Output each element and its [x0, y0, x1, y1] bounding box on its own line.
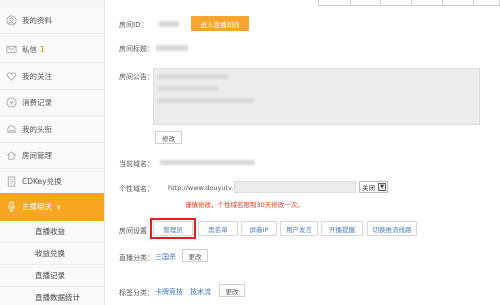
sidebar-item-streamer[interactable]: 主播相关 ∨ — [0, 193, 104, 221]
sidebar-item-label: CDKey兑换 — [22, 177, 62, 186]
live-reminder-button[interactable]: 开播提醒 — [321, 221, 363, 236]
sidebar-item-label: 私信 — [22, 45, 37, 54]
dropdown-arrow-icon: ▼ — [378, 183, 386, 191]
sidebar-subitem-live-records[interactable]: 直播记录 — [0, 265, 104, 287]
switch-stream-line-button[interactable]: 切换推流线路 — [367, 221, 417, 236]
sidebar-item-titles[interactable]: 我的头衔 — [0, 117, 104, 143]
tag-link-tech[interactable]: 技术流 — [190, 287, 211, 297]
domain-toggle-value: 关闭 — [362, 184, 375, 192]
modify-notice-button[interactable]: 修改 — [155, 131, 182, 144]
sidebar-subitem-live-income[interactable]: 直播收益 — [0, 221, 104, 243]
unread-badge: 1 — [40, 45, 45, 54]
admin-button[interactable]: 管理员 — [150, 218, 196, 239]
sidebar-item-label: 我的头衔 — [22, 125, 52, 134]
sidebar-item-profile[interactable]: 我的资料 — [0, 8, 104, 34]
tag-category-label: 标签分类： — [119, 289, 154, 297]
change-category-button[interactable]: 更改 — [182, 249, 208, 262]
mic-icon — [7, 201, 16, 212]
sidebar-subitem-label: 直播记录 — [35, 271, 65, 280]
live-category-link[interactable]: 三国杀 — [155, 252, 176, 262]
sidebar: 我的资料 私信 1 我的关注 消费记录 我的头衔 房间管理 CDKey兑换 主播… — [0, 0, 105, 305]
coin-icon — [6, 97, 17, 108]
domain-toggle-select[interactable]: 关闭 ▼ — [359, 181, 388, 193]
room-settings-label: 房间设置 — [119, 227, 147, 235]
sidebar-item-label: 房间管理 — [22, 151, 52, 160]
notice-text-line — [158, 74, 228, 79]
top-table-edge — [318, 0, 500, 6]
home-icon — [7, 151, 16, 160]
sidebar-subitem-label: 直播数据统计 — [35, 293, 80, 302]
sidebar-item-spending[interactable]: 消费记录 — [0, 90, 104, 116]
enter-room-button[interactable]: 进入直播间间 — [191, 16, 249, 31]
room-id-label: 房间ID： — [119, 21, 148, 29]
room-id-value — [159, 21, 179, 27]
sidebar-item-cdkey[interactable]: CDKey兑换 — [0, 169, 104, 195]
tag-link-card[interactable]: 卡牌竞技 — [155, 287, 183, 297]
room-title-label: 房间标题： — [119, 45, 154, 53]
sidebar-subitem-income-exchange[interactable]: 收益兑换 — [0, 243, 104, 265]
block-ip-button[interactable]: 屏蔽IP — [241, 221, 277, 236]
sidebar-item-label: 我的关注 — [22, 72, 52, 81]
sidebar-subitem-label: 直播收益 — [35, 227, 65, 236]
sidebar-subitem-live-stats[interactable]: 直播数据统计 — [0, 287, 104, 305]
custom-domain-label: 个性域名： — [119, 185, 154, 193]
chevron-down-icon: ∨ — [56, 202, 62, 211]
notice-text-line — [158, 98, 254, 103]
custom-domain-input[interactable] — [234, 181, 356, 193]
room-notice-textarea[interactable] — [153, 68, 480, 125]
sidebar-item-label: 我的资料 — [22, 16, 52, 25]
sidebar-subitem-label: 收益兑换 — [35, 249, 65, 258]
change-tags-button[interactable]: 更改 — [219, 284, 245, 297]
domain-warning-text: 谨慎修改，个性域名限制30天修改一次。 — [185, 201, 304, 209]
sidebar-item-room-management[interactable]: 房间管理 — [0, 143, 104, 169]
helmet-icon — [7, 125, 16, 133]
room-notice-label: 房间公告： — [119, 73, 154, 81]
notice-text-line — [158, 86, 218, 91]
room-title-value — [156, 45, 188, 51]
card-icon — [7, 176, 16, 187]
user-speech-button[interactable]: 用户发言 — [280, 221, 318, 236]
sidebar-item-messages[interactable]: 私信 1 — [0, 37, 104, 63]
user-circle-icon — [6, 15, 17, 26]
heart-icon — [6, 72, 17, 81]
sidebar-item-label: 主播相关 — [22, 202, 52, 211]
blacklist-button[interactable]: 黑名单 — [198, 221, 238, 236]
live-category-label: 直播分类： — [119, 254, 154, 262]
sidebar-item-follows[interactable]: 我的关注 — [0, 64, 104, 90]
current-domain-label: 当前域名： — [119, 160, 154, 168]
current-domain-value — [160, 160, 255, 165]
sidebar-item-label: 消费记录 — [22, 98, 52, 107]
mail-icon — [6, 45, 17, 54]
